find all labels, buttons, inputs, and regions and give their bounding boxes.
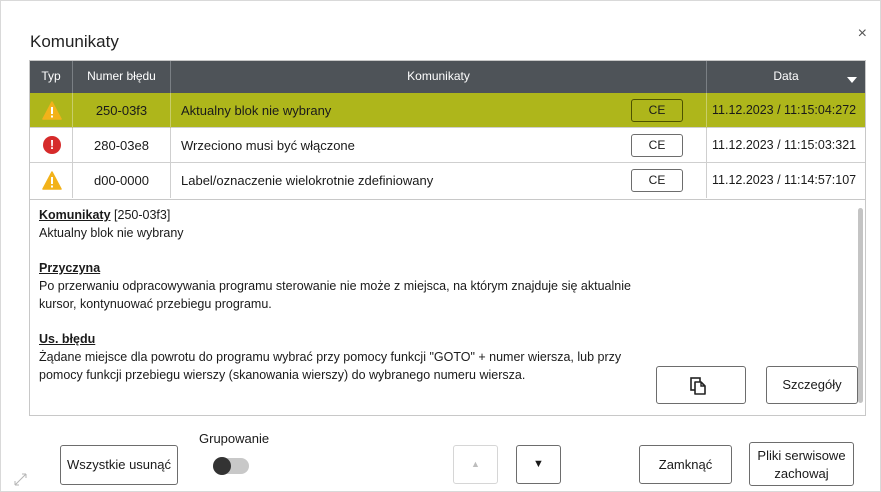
toggle-knob <box>213 457 231 475</box>
close-icon[interactable]: × <box>858 25 867 43</box>
column-header-number[interactable]: Numer błędu <box>73 61 171 93</box>
date-cell: 11.12.2023 / 11:15:04:272 <box>712 103 857 117</box>
cause-line-2: kursor, kontynuować przebiegu programu. <box>39 297 272 311</box>
save-service-files-button[interactable]: Pliki serwisowe zachowaj <box>749 442 854 486</box>
fix-line-2: pomocy funkcji przebiegu wierszy (skanow… <box>39 368 526 382</box>
message-cell: Wrzeciono musi być włączone CE <box>171 128 707 163</box>
details-summary: Aktualny blok nie wybrany <box>39 226 184 240</box>
error-number-cell: 250-03f3 <box>73 93 171 128</box>
details-code: [250-03f3] <box>110 208 171 222</box>
cause-heading: Przyczyna <box>39 261 101 275</box>
save-service-label-1: Pliki serwisowe <box>757 448 846 463</box>
type-cell: ! <box>30 128 73 163</box>
warning-icon <box>42 171 62 190</box>
grouping-toggle[interactable] <box>213 457 249 475</box>
message-text: Wrzeciono musi być włączone <box>181 138 355 153</box>
messages-dialog: Komunikaty × Typ Numer błędu Komunikaty … <box>0 0 881 492</box>
message-text: Label/oznaczenie wielokrotnie zdefiniowa… <box>181 173 434 188</box>
fix-line-1: Żądane miejsce dla powrotu do programu w… <box>39 350 622 364</box>
warning-icon <box>42 101 62 120</box>
date-cell: 11.12.2023 / 11:15:03:321 <box>712 138 857 152</box>
grouping-label: Grupowanie <box>199 431 270 446</box>
cause-line-1: Po przerwaniu odpracowywania programu st… <box>39 279 631 293</box>
ce-button[interactable]: CE <box>631 169 683 192</box>
date-cell: 11.12.2023 / 11:14:57:107 <box>712 173 857 187</box>
message-cell: Label/oznaczenie wielokrotnie zdefiniowa… <box>171 163 707 198</box>
message-cell: Aktualny blok nie wybrany CE <box>171 93 707 128</box>
messages-table: Typ Numer błędu Komunikaty Data 250-03f3… <box>29 60 866 200</box>
close-button[interactable]: Zamknąć <box>639 445 732 484</box>
table-header: Typ Numer błędu Komunikaty Data <box>30 61 865 93</box>
scroll-down-button[interactable]: ▼ <box>516 445 561 484</box>
type-cell <box>30 93 73 128</box>
message-text: Aktualny blok nie wybrany <box>181 103 332 118</box>
copy-icon <box>690 377 706 395</box>
sort-descending-icon <box>847 77 857 83</box>
delete-all-button[interactable]: Wszystkie usunąć <box>60 445 178 485</box>
ce-button[interactable]: CE <box>631 99 683 122</box>
column-header-type[interactable]: Typ <box>30 61 73 93</box>
ce-button[interactable]: CE <box>631 134 683 157</box>
dialog-title: Komunikaty <box>30 32 119 51</box>
resize-icon[interactable] <box>14 473 27 486</box>
details-button[interactable]: Szczegóły <box>766 366 858 404</box>
details-heading: Komunikaty [250-03f3] <box>39 206 679 224</box>
table-row[interactable]: d00-0000 Label/oznaczenie wielokrotnie z… <box>30 163 865 198</box>
table-row[interactable]: 250-03f3 Aktualny blok nie wybrany CE 11… <box>30 93 865 128</box>
error-number-cell: d00-0000 <box>73 163 171 198</box>
table-row[interactable]: ! 280-03e8 Wrzeciono musi być włączone C… <box>30 128 865 163</box>
column-header-date-label: Data <box>773 69 799 83</box>
details-scrollbar[interactable] <box>858 208 863 403</box>
fix-heading: Us. błędu <box>39 332 96 346</box>
error-number-cell: 280-03e8 <box>73 128 171 163</box>
error-icon: ! <box>43 136 61 154</box>
copy-button[interactable] <box>656 366 746 404</box>
details-text: Komunikaty [250-03f3] Aktualny blok nie … <box>39 206 679 384</box>
details-title: Komunikaty <box>39 208 111 222</box>
column-header-message[interactable]: Komunikaty <box>171 61 707 93</box>
column-header-date[interactable]: Data <box>707 61 865 93</box>
save-service-label-2: zachowaj <box>774 466 829 481</box>
type-cell <box>30 163 73 198</box>
message-details-panel: Komunikaty [250-03f3] Aktualny blok nie … <box>29 200 866 416</box>
scroll-up-button[interactable]: ▲ <box>453 445 498 484</box>
